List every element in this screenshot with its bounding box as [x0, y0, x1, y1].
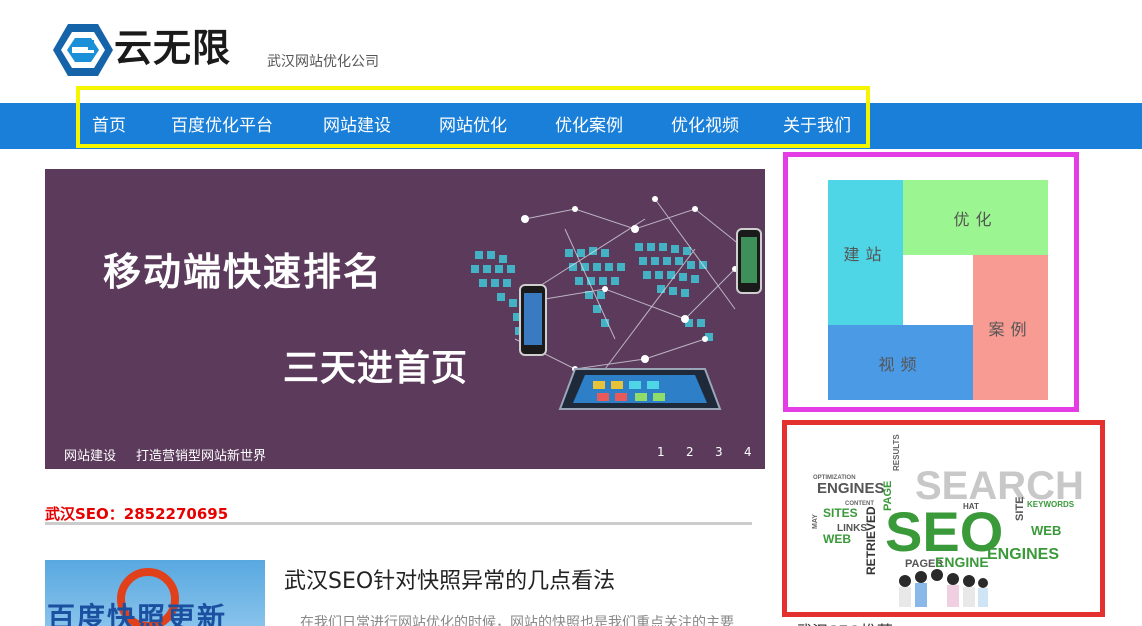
word-may: MAY — [812, 514, 819, 529]
site-tagline: 武汉网站优化公司 — [267, 54, 379, 70]
tile-video[interactable]: 视频 — [828, 325, 973, 400]
sidebar-heading: 武汉SEO推荐 — [796, 618, 893, 626]
article-thumbnail[interactable]: 百度快照更新 — [45, 560, 265, 626]
article-excerpt: 在我们日常进行网站优化的时候，网站的快照也是我们重点关注的主要 — [300, 615, 734, 626]
section-divider — [45, 522, 752, 525]
slide-dot-4[interactable]: 4 — [744, 445, 752, 459]
word-engine: ENGINE — [935, 554, 989, 570]
word-engines-2: ENGINES — [987, 546, 1059, 563]
seo-promo-image[interactable]: SEARCH SEO ENGINES SITES LINKS WEB RETRI… — [782, 420, 1105, 617]
word-retrieved: RETRIEVED — [864, 506, 878, 575]
word-keywords: KEYWORDS — [1027, 500, 1075, 509]
contact-qq: 武汉SEO：2852270695 — [45, 505, 229, 523]
slide-dot-3[interactable]: 3 — [715, 445, 723, 459]
tile-optimize[interactable]: 优化 — [903, 180, 1048, 255]
article-title-link[interactable]: 武汉SEO针对快照异常的几点看法 — [284, 563, 615, 595]
word-hat: HAT — [963, 502, 979, 511]
thumbnail-text: 百度快照更新 — [47, 601, 228, 626]
word-sites: SITES — [823, 506, 858, 520]
people-group — [899, 569, 988, 607]
word-web: WEB — [823, 532, 851, 546]
word-engines: ENGINES — [817, 480, 885, 497]
banner-title: 移动端快速排名 — [103, 250, 384, 294]
logo-text: 云无限 — [114, 26, 232, 70]
word-content: CONTENT — [845, 501, 874, 507]
banner-subtitle: 三天进首页 — [283, 348, 469, 389]
word-web-2: WEB — [1031, 523, 1061, 538]
tile-case[interactable]: 案例 — [973, 255, 1048, 400]
tile-build[interactable]: 建站 — [828, 180, 903, 325]
seo-word-cloud: SEARCH SEO ENGINES SITES LINKS WEB RETRI… — [812, 434, 1084, 607]
banner-caption-category: 网站建设 — [64, 449, 117, 464]
word-results: RESULTS — [892, 434, 901, 471]
word-page: PAGE — [882, 481, 894, 511]
world-network-illustration — [471, 196, 762, 410]
word-optimization: OPTIMIZATION — [813, 475, 856, 481]
slide-dot-1[interactable]: 1 — [657, 445, 665, 459]
word-site: SITE — [1014, 497, 1026, 521]
banner-caption-text: 打造营销型网站新世界 — [136, 449, 267, 464]
slide-dot-2[interactable]: 2 — [686, 445, 694, 459]
logo-mark-icon — [53, 24, 113, 76]
nav-highlight-box — [76, 86, 870, 148]
hero-banner[interactable]: 移动端快速排名 三天进首页 网站建设 打造营销型网站新世界 1 2 3 4 — [45, 169, 765, 469]
